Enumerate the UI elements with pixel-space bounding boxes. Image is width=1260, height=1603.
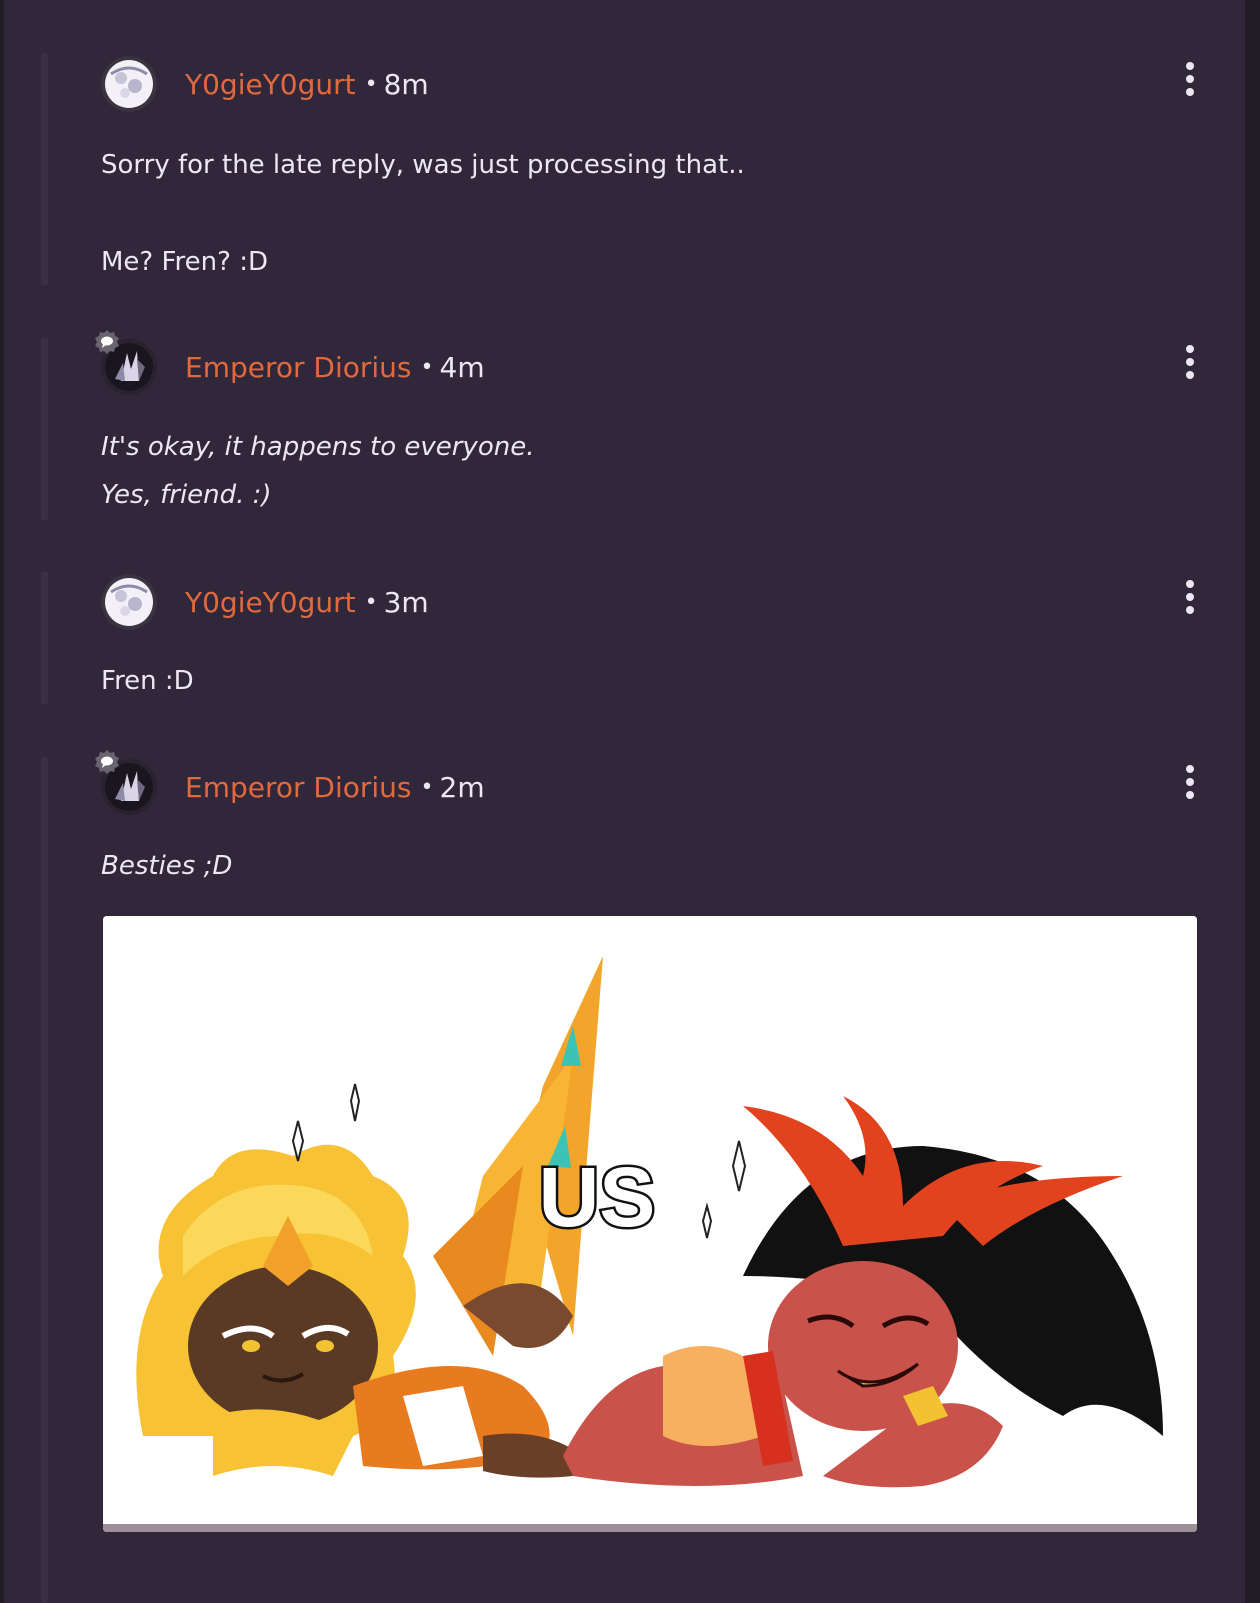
comment-header: Y0gieY0gurt • 3m	[101, 574, 1199, 632]
username[interactable]: Y0gieY0gurt	[185, 68, 356, 101]
comment-meta: Emperor Diorius • 2m	[185, 772, 485, 804]
username[interactable]: Y0gieY0gurt	[185, 586, 356, 619]
comment-header: Emperor Diorius • 4m	[95, 330, 1199, 397]
separator-dot: •	[420, 775, 434, 800]
separator-dot: •	[364, 72, 378, 97]
separator-dot: •	[420, 355, 434, 380]
separator-dot: •	[364, 590, 378, 615]
username[interactable]: Emperor Diorius	[185, 771, 412, 804]
comment-text: It's okay, it happens to everyone.	[101, 432, 535, 462]
comment-header: Y0gieY0gurt • 8m	[101, 56, 1199, 114]
comment-meta: Y0gieY0gurt • 3m	[185, 587, 429, 619]
more-vertical-icon[interactable]	[1181, 60, 1199, 98]
username[interactable]: Emperor Diorius	[185, 351, 412, 384]
attached-image[interactable]: US	[103, 916, 1197, 1532]
thread-line[interactable]	[41, 338, 48, 520]
comment-header: Emperor Diorius • 2m	[95, 750, 1199, 817]
chat-bubble-badge-icon	[94, 329, 120, 355]
besties-illustration: US	[103, 916, 1197, 1532]
chat-bubble-badge-icon	[94, 749, 120, 775]
thread-line[interactable]	[41, 53, 48, 285]
image-caption: US	[539, 1150, 656, 1244]
timestamp[interactable]: 8m	[384, 68, 429, 101]
comment-text: Yes, friend. :)	[101, 480, 272, 510]
timestamp[interactable]: 3m	[384, 586, 429, 619]
avatar[interactable]	[101, 56, 157, 112]
thread-line[interactable]	[41, 572, 48, 704]
timestamp[interactable]: 4m	[440, 351, 485, 384]
timestamp[interactable]: 2m	[440, 771, 485, 804]
more-vertical-icon[interactable]	[1181, 578, 1199, 616]
comment-text: Sorry for the late reply, was just proce…	[101, 150, 745, 180]
more-vertical-icon[interactable]	[1181, 763, 1199, 801]
comment-thread: Y0gieY0gurt • 8m Sorry for the late reply,…	[4, 0, 1245, 1603]
more-vertical-icon[interactable]	[1181, 343, 1199, 381]
comment-text: Me? Fren? :D	[101, 247, 268, 277]
comment-text: Fren :D	[101, 666, 194, 696]
thread-line[interactable]	[41, 757, 48, 1603]
comment-meta: Y0gieY0gurt • 8m	[185, 69, 429, 101]
avatar[interactable]	[101, 574, 157, 630]
comment-text: Besties ;D	[101, 851, 233, 881]
comment-meta: Emperor Diorius • 4m	[185, 352, 485, 384]
